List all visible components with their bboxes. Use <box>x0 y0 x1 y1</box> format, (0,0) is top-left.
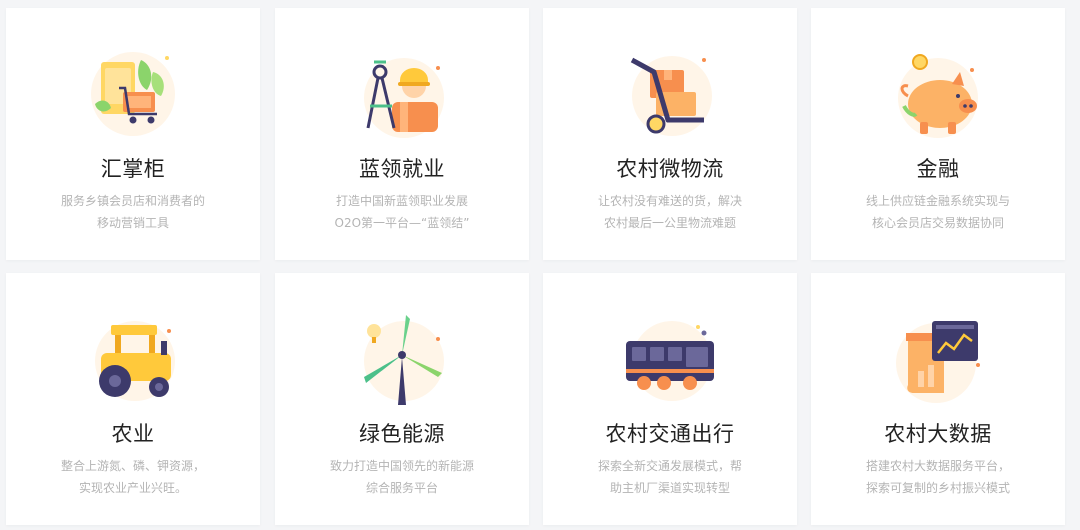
worker-icon <box>352 46 452 146</box>
bus-icon <box>620 311 720 411</box>
card-title: 蓝领就业 <box>359 157 445 181</box>
card-finance[interactable]: 金融 线上供应链金融系统实现与 核心会员店交易数据协同 <box>811 8 1065 260</box>
card-title: 绿色能源 <box>359 422 445 446</box>
data-chart-icon <box>888 311 988 411</box>
card-description: 打造中国新蓝领职业发展 O2O第一平台—“蓝领结” <box>334 194 470 230</box>
card-rural-micro-logistics[interactable]: 农村微物流 让农村没有难送的货，解决 农村最后一公里物流难题 <box>543 8 797 260</box>
card-rural-transport[interactable]: 农村交通出行 探索全新交通发展模式，帮 助主机厂渠道实现转型 <box>543 273 797 525</box>
card-description: 探索全新交通发展模式，帮 助主机厂渠道实现转型 <box>597 459 742 495</box>
tractor-icon <box>83 311 183 411</box>
card-description: 整合上游氮、磷、钾资源， 实现农业产业兴旺。 <box>60 459 205 495</box>
card-title: 农村交通出行 <box>605 422 735 446</box>
card-description: 搭建农村大数据服务平台， 探索可复制的乡村振兴模式 <box>865 459 1010 495</box>
hand-truck-icon <box>620 46 720 146</box>
card-title: 农业 <box>111 422 155 446</box>
card-agriculture[interactable]: 农业 整合上游氮、磷、钾资源， 实现农业产业兴旺。 <box>6 273 260 525</box>
card-huizhanggui[interactable]: 汇掌柜 服务乡镇会员店和消费者的 移动营销工具 <box>6 8 260 260</box>
service-grid: 汇掌柜 服务乡镇会员店和消费者的 移动营销工具 蓝领就业 打造中国新蓝领职业发展… <box>0 0 1080 530</box>
card-title: 农村大数据 <box>884 422 992 446</box>
wind-turbine-icon <box>352 311 452 411</box>
card-description: 让农村没有难送的货，解决 农村最后一公里物流难题 <box>597 194 742 230</box>
card-description: 服务乡镇会员店和消费者的 移动营销工具 <box>60 194 205 230</box>
piggy-bank-icon <box>888 46 988 146</box>
cart-icon <box>83 46 183 146</box>
card-rural-big-data[interactable]: 农村大数据 搭建农村大数据服务平台， 探索可复制的乡村振兴模式 <box>811 273 1065 525</box>
card-title: 金融 <box>916 157 960 181</box>
card-description: 线上供应链金融系统实现与 核心会员店交易数据协同 <box>865 194 1010 230</box>
card-blue-collar-jobs[interactable]: 蓝领就业 打造中国新蓝领职业发展 O2O第一平台—“蓝领结” <box>275 8 529 260</box>
card-title: 汇掌柜 <box>100 157 166 181</box>
card-title: 农村微物流 <box>616 157 724 181</box>
card-green-energy[interactable]: 绿色能源 致力打造中国领先的新能源 综合服务平台 <box>275 273 529 525</box>
card-description: 致力打造中国领先的新能源 综合服务平台 <box>329 459 474 495</box>
